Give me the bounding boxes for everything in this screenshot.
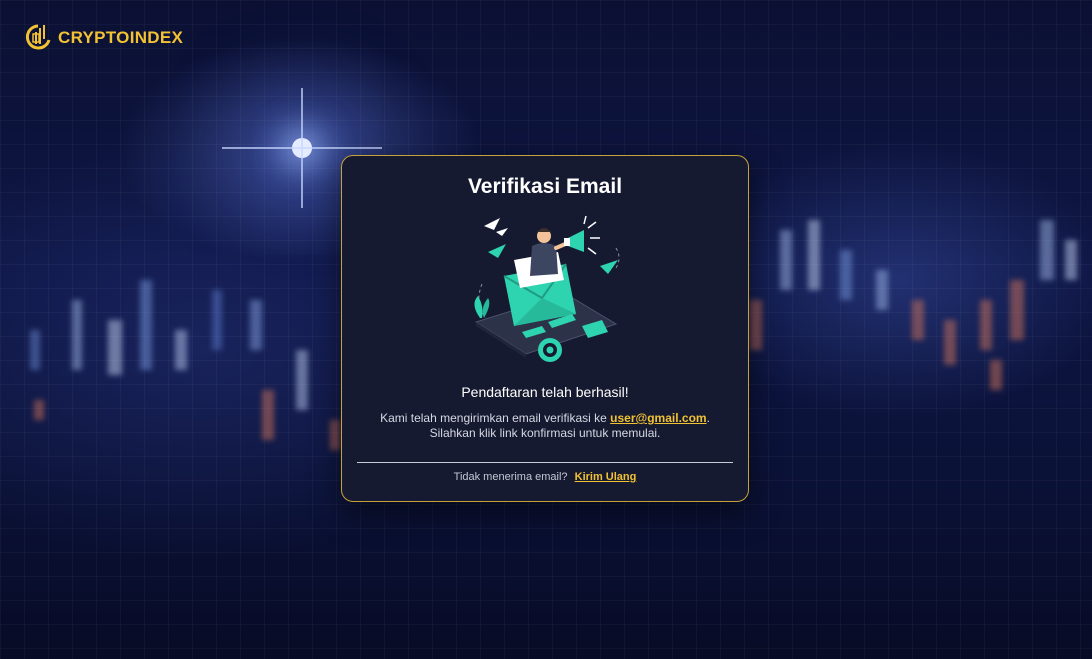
email-address-link[interactable]: user@gmail.com xyxy=(610,411,706,425)
email-megaphone-illustration xyxy=(474,215,620,362)
divider xyxy=(357,462,733,463)
brand-name: CRYPTOINDEX xyxy=(58,28,184,47)
resend-prompt: Tidak menerima email? xyxy=(453,471,568,483)
info-line-email: Kami telah mengirimkan email verifikasi … xyxy=(342,411,748,425)
info-prefix: Kami telah mengirimkan email verifikasi … xyxy=(380,411,607,425)
brand-logo[interactable]: CRYPTOINDEX xyxy=(24,22,183,54)
resend-footer: Tidak menerima email? Kirim Ulang xyxy=(342,471,748,483)
success-message: Pendaftaran telah berhasil! xyxy=(461,384,629,400)
coin-chart-icon xyxy=(25,24,51,50)
light-flare xyxy=(222,88,382,208)
card-title: Verifikasi Email xyxy=(467,175,623,198)
info-suffix: . xyxy=(706,411,710,425)
info-line-instruction: Silahkan klik link konfirmasi untuk memu… xyxy=(429,426,661,440)
verification-card: Verifikasi Email Pendaftaran telah berha… xyxy=(341,155,749,502)
resend-button[interactable]: Kirim Ulang xyxy=(575,471,637,483)
